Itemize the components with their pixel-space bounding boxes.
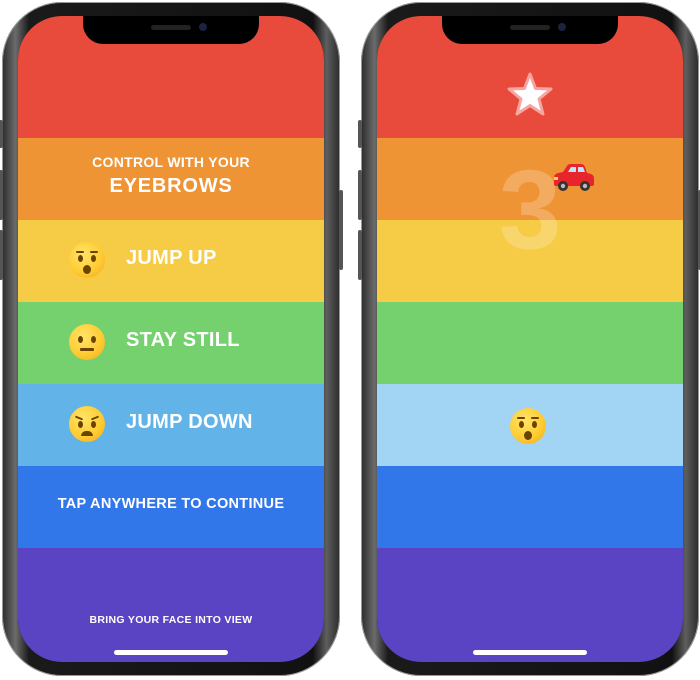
home-indicator[interactable]	[114, 650, 228, 655]
neutral-face-icon	[69, 324, 105, 360]
tap-to-continue-prompt[interactable]: TAP ANYWHERE TO CONTINUE	[18, 496, 324, 512]
stripe-purple	[377, 548, 683, 662]
front-camera-icon	[199, 23, 207, 31]
stripe-purple	[18, 548, 324, 662]
star-icon	[507, 72, 553, 116]
game-screen[interactable]: 3	[377, 16, 683, 662]
stripe-blue	[377, 466, 683, 548]
car-icon	[554, 164, 594, 191]
jump-down-label: JUMP DOWN	[126, 411, 253, 433]
phone-right: 3	[358, 2, 700, 676]
speaker-grille	[510, 25, 550, 30]
mute-switch	[358, 120, 362, 148]
mute-switch	[0, 120, 3, 148]
stripe-green	[377, 302, 683, 384]
notch	[83, 16, 259, 44]
volume-down-button	[0, 230, 3, 280]
stay-still-label: STAY STILL	[126, 329, 240, 351]
volume-up-button	[358, 170, 362, 220]
volume-down-button	[358, 230, 362, 280]
phone-left: CONTROL WITH YOUR EYEBROWS JUMP UP STAY …	[0, 2, 343, 676]
volume-up-button	[0, 170, 3, 220]
angry-face-icon	[69, 406, 105, 442]
power-button	[339, 190, 343, 270]
hushed-face-icon	[69, 242, 105, 278]
jump-up-label: JUMP UP	[126, 247, 217, 269]
home-indicator[interactable]	[473, 650, 587, 655]
player-hushed-face-icon	[510, 408, 546, 444]
instructions-title: EYEBROWS	[109, 175, 233, 197]
speaker-grille	[151, 25, 191, 30]
notch	[442, 16, 618, 44]
front-camera-icon	[558, 23, 566, 31]
face-into-view-prompt: BRING YOUR FACE INTO VIEW	[89, 614, 253, 626]
instructions-subtitle: CONTROL WITH YOUR	[92, 154, 250, 170]
instructions-screen[interactable]: CONTROL WITH YOUR EYEBROWS JUMP UP STAY …	[18, 16, 324, 662]
